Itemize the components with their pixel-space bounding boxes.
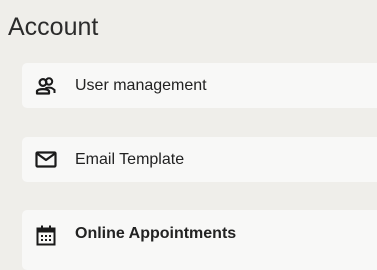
calendar-icon — [35, 224, 57, 246]
section-title: Account — [8, 13, 99, 41]
menu-item-label: Email Template — [75, 150, 185, 168]
envelope-icon — [35, 149, 57, 171]
account-settings-panel: Account User management Email Template O… — [0, 0, 377, 270]
menu-item-email-template[interactable]: Email Template — [22, 137, 377, 182]
users-icon — [35, 75, 57, 97]
menu-item-label: Online Appointments — [75, 225, 237, 242]
menu-item-online-appointments[interactable]: Online Appointments — [22, 210, 377, 270]
menu-item-label: User management — [75, 76, 207, 94]
menu-item-user-management[interactable]: User management — [22, 63, 377, 108]
